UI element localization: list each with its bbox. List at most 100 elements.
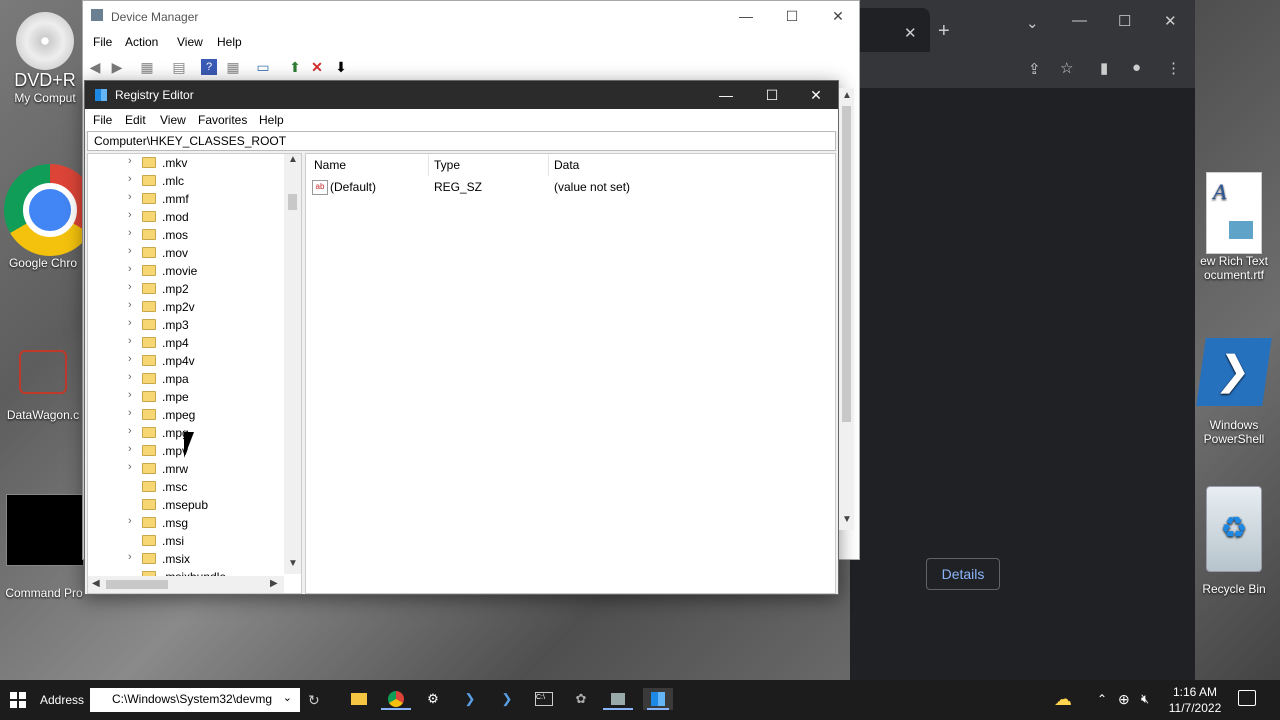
clock[interactable]: 1:16 AM 11/7/2022 bbox=[1166, 684, 1224, 716]
chevron-down-icon[interactable]: ⌄ bbox=[283, 691, 292, 704]
scroll-thumb[interactable] bbox=[106, 580, 168, 589]
powershell-alt-taskbar-icon[interactable]: ❯ bbox=[496, 688, 518, 710]
chevron-right-icon[interactable]: › bbox=[128, 407, 138, 419]
chevron-right-icon[interactable]: › bbox=[128, 263, 138, 275]
scroll-up-icon[interactable]: ▲ bbox=[288, 154, 298, 165]
tree-item[interactable]: › .mpa bbox=[88, 370, 284, 388]
powershell-taskbar-icon[interactable]: ❯ bbox=[459, 688, 481, 710]
file-explorer-icon[interactable] bbox=[348, 688, 370, 710]
menu-favorites[interactable]: Favorites bbox=[198, 113, 247, 127]
profile-icon[interactable]: ● bbox=[1132, 59, 1141, 76]
close-button[interactable]: ✕ bbox=[793, 80, 839, 110]
maximize-button[interactable]: ☐ bbox=[749, 80, 795, 110]
share-icon[interactable]: ⇪ bbox=[1028, 60, 1041, 78]
desktop-icon-recycle-bin[interactable]: ♻ Recycle Bin bbox=[1188, 486, 1280, 596]
tree-item[interactable]: › .mp3 bbox=[88, 316, 284, 334]
tree-item[interactable]: .msi bbox=[88, 532, 284, 550]
tree-item[interactable]: › .mpe bbox=[88, 388, 284, 406]
scroll-down-icon[interactable]: ▼ bbox=[842, 514, 852, 525]
new-tab-icon[interactable]: + bbox=[938, 20, 950, 43]
view-resources-icon[interactable]: ▦ bbox=[225, 59, 241, 75]
menu-edit[interactable]: Edit bbox=[125, 113, 146, 127]
side-panel-icon[interactable]: ▮ bbox=[1100, 59, 1108, 77]
tree-item[interactable]: › .mp2 bbox=[88, 280, 284, 298]
menu-file[interactable]: File bbox=[93, 35, 112, 49]
datawagon-taskbar-icon[interactable]: ✿ bbox=[570, 688, 592, 710]
weather-icon[interactable]: ☁ bbox=[1054, 689, 1072, 710]
chevron-right-icon[interactable]: › bbox=[128, 389, 138, 401]
tree-vertical-scrollbar[interactable]: ▲ ▼ bbox=[284, 154, 301, 574]
tree-item[interactable]: › .mos bbox=[88, 226, 284, 244]
chevron-right-icon[interactable]: › bbox=[128, 191, 138, 203]
star-icon[interactable]: ☆ bbox=[1060, 59, 1073, 77]
chevron-right-icon[interactable]: › bbox=[128, 515, 138, 527]
tree-item[interactable]: › .mp4 bbox=[88, 334, 284, 352]
desktop-icon-command-prompt[interactable]: Command Pro bbox=[2, 494, 86, 600]
chevron-right-icon[interactable]: › bbox=[128, 317, 138, 329]
chevron-right-icon[interactable]: › bbox=[128, 425, 138, 437]
tree-item[interactable]: › .mp2v bbox=[88, 298, 284, 316]
menu-view[interactable]: View bbox=[177, 35, 203, 49]
chevron-right-icon[interactable]: › bbox=[128, 299, 138, 311]
registry-key-tree[interactable]: › .mkv › .mlc › .mmf › .mod › .mos › .mov › .movie › .m… bbox=[87, 153, 302, 594]
device-manager-scrollbar[interactable]: ▲ ▼ bbox=[839, 88, 854, 530]
chevron-right-icon[interactable]: › bbox=[128, 335, 138, 347]
menu-file[interactable]: File bbox=[93, 113, 112, 127]
desktop-icon-dvd-drive[interactable]: DVD+R My Comput bbox=[8, 12, 82, 105]
enable-device-icon[interactable]: ⬇ bbox=[333, 59, 349, 75]
chevron-right-icon[interactable]: › bbox=[128, 245, 138, 257]
details-button[interactable]: Details bbox=[926, 558, 1000, 590]
tree-horizontal-scrollbar[interactable]: ◀ ▶ bbox=[88, 576, 284, 593]
tree-item[interactable]: › .mod bbox=[88, 208, 284, 226]
chevron-right-icon[interactable]: › bbox=[128, 281, 138, 293]
chevron-right-icon[interactable]: › bbox=[128, 227, 138, 239]
refresh-icon[interactable]: ↻ bbox=[308, 692, 320, 709]
tree-item[interactable]: .msc bbox=[88, 478, 284, 496]
chevron-right-icon[interactable]: › bbox=[128, 443, 138, 455]
minimize-button[interactable]: — bbox=[723, 1, 769, 31]
scroll-right-icon[interactable]: ▶ bbox=[270, 578, 278, 589]
chevron-right-icon[interactable]: › bbox=[128, 551, 138, 563]
tree-item[interactable]: .msepub bbox=[88, 496, 284, 514]
value-row[interactable]: ab (Default) REG_SZ (value not set) bbox=[306, 154, 826, 200]
volume-muted-icon[interactable]: 🔇︎ bbox=[1141, 691, 1149, 707]
close-button[interactable]: ✕ bbox=[815, 1, 861, 31]
menu-help[interactable]: Help bbox=[217, 35, 242, 49]
scroll-up-icon[interactable]: ▲ bbox=[842, 90, 852, 101]
maximize-button[interactable]: ☐ bbox=[769, 1, 815, 31]
desktop-icon-datawagon[interactable]: DataWagon.c bbox=[2, 350, 84, 422]
start-windows-icon[interactable] bbox=[10, 692, 26, 708]
uninstall-device-icon[interactable]: ✕ bbox=[309, 59, 325, 75]
menu-view[interactable]: View bbox=[160, 113, 186, 127]
notifications-icon[interactable] bbox=[1238, 690, 1256, 706]
help-icon[interactable]: ? bbox=[201, 59, 217, 75]
tree-item[interactable]: › .mkv bbox=[88, 154, 284, 172]
chevron-down-icon[interactable]: ⌄ bbox=[1026, 14, 1039, 32]
tree-item[interactable]: › .mp4v bbox=[88, 352, 284, 370]
menu-action[interactable]: Action bbox=[125, 35, 158, 49]
scan-hardware-icon[interactable]: ▭ bbox=[255, 59, 271, 75]
desktop-icon-windows-powershell[interactable]: ❯ Windows PowerShell bbox=[1188, 338, 1280, 446]
registry-values-list[interactable]: Name Type Data ab (Default) REG_SZ (valu… bbox=[305, 153, 836, 594]
scroll-down-icon[interactable]: ▼ bbox=[288, 558, 298, 569]
minimize-button[interactable]: — bbox=[703, 80, 749, 110]
tree-item[interactable]: › .msg bbox=[88, 514, 284, 532]
close-tab-icon[interactable]: ✕ bbox=[904, 24, 917, 42]
properties-icon[interactable]: ▤ bbox=[171, 59, 187, 75]
minimize-icon[interactable]: — bbox=[1072, 12, 1087, 29]
update-driver-icon[interactable]: ⬆ bbox=[287, 59, 303, 75]
registry-address-bar[interactable]: Computer\HKEY_CLASSES_ROOT bbox=[87, 131, 836, 151]
chevron-right-icon[interactable]: › bbox=[128, 155, 138, 167]
tree-item[interactable]: › .movie bbox=[88, 262, 284, 280]
chevron-right-icon[interactable]: › bbox=[128, 173, 138, 185]
chevron-up-icon[interactable]: ⌃ bbox=[1097, 692, 1107, 706]
chevron-right-icon[interactable]: › bbox=[128, 209, 138, 221]
registry-editor-taskbar-icon[interactable] bbox=[643, 688, 673, 710]
desktop-icon-google-chrome[interactable]: Google Chro bbox=[4, 164, 96, 270]
chrome-tab[interactable]: ✕ bbox=[850, 8, 930, 52]
tree-item[interactable]: › .mrw bbox=[88, 460, 284, 478]
menu-help[interactable]: Help bbox=[259, 113, 284, 127]
tree-item[interactable]: › .mov bbox=[88, 244, 284, 262]
scroll-thumb[interactable] bbox=[288, 194, 297, 210]
tree-item[interactable]: › .mpeg bbox=[88, 406, 284, 424]
